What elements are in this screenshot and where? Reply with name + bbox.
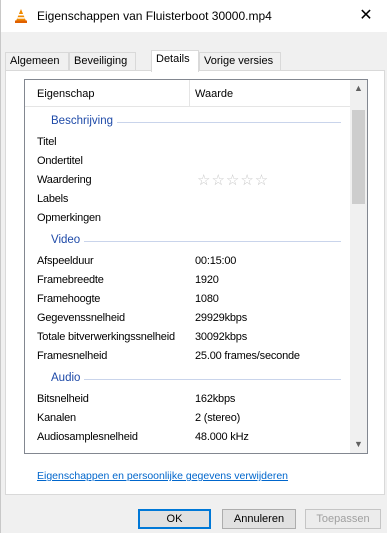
- list-item[interactable]: Waardering ☆☆☆☆☆: [25, 172, 351, 190]
- properties-dialog: Eigenschappen van Fluisterboot 30000.mp4…: [0, 0, 387, 533]
- column-divider[interactable]: [189, 80, 190, 106]
- list-item[interactable]: Framehoogte 1080: [25, 291, 351, 309]
- list-item[interactable]: Framesnelheid 25.00 frames/seconde: [25, 348, 351, 366]
- group-header-video: Video: [25, 231, 351, 251]
- tab-strip: Algemeen Beveiliging Details Vorige vers…: [5, 50, 385, 72]
- tab-vorige-versies[interactable]: Vorige versies: [199, 52, 281, 71]
- group-label: Beschrijving: [51, 115, 117, 127]
- apply-button[interactable]: Toepassen: [305, 509, 381, 529]
- vertical-scrollbar[interactable]: ▲ ▼: [350, 80, 367, 453]
- scroll-down-icon[interactable]: ▼: [350, 436, 367, 453]
- property-value: 00:15:00: [195, 255, 237, 267]
- list-item[interactable]: Afspeelduur 00:15:00: [25, 253, 351, 271]
- property-name: Gegevenssnelheid: [37, 312, 125, 324]
- vlc-cone-icon: [15, 9, 27, 23]
- remove-properties-link[interactable]: Eigenschappen en persoonlijke gegevens v…: [37, 470, 288, 482]
- cancel-button[interactable]: Annuleren: [222, 509, 296, 529]
- group-header-audio: Audio: [25, 369, 351, 389]
- property-value: 162kbps: [195, 393, 236, 405]
- property-name: Kanalen: [37, 412, 76, 424]
- rating-stars-icon[interactable]: ☆☆☆☆☆: [197, 171, 269, 189]
- property-value: 29929kbps: [195, 312, 248, 324]
- property-name: Framesnelheid: [37, 350, 108, 362]
- list-item[interactable]: Labels: [25, 191, 351, 209]
- property-name: Bitsnelheid: [37, 393, 89, 405]
- property-name: Labels: [37, 193, 69, 205]
- list-item[interactable]: Bitsnelheid 162kbps: [25, 391, 351, 409]
- list-header: Eigenschap Waarde: [25, 80, 351, 107]
- property-name: Opmerkingen: [37, 212, 101, 224]
- property-name: Titel: [37, 136, 57, 148]
- group-label: Audio: [51, 372, 85, 384]
- scrollbar-thumb[interactable]: [352, 110, 365, 204]
- list-item[interactable]: Kanalen 2 (stereo): [25, 410, 351, 428]
- list-item[interactable]: Totale bitverwerkingssnelheid 30092kbps: [25, 329, 351, 347]
- list-item[interactable]: Opmerkingen: [25, 210, 351, 228]
- property-name: Ondertitel: [37, 155, 83, 167]
- title-bar: Eigenschappen van Fluisterboot 30000.mp4…: [1, 0, 387, 32]
- list-item[interactable]: Audiosamplesnelheid 48.000 kHz: [25, 429, 351, 447]
- ok-button[interactable]: OK: [138, 509, 211, 529]
- property-value: 25.00 frames/seconde: [195, 350, 300, 362]
- close-icon[interactable]: ✕: [352, 2, 380, 30]
- group-divider: [51, 241, 341, 242]
- property-name: Framehoogte: [37, 293, 101, 305]
- property-value: 48.000 kHz: [195, 431, 249, 443]
- scroll-up-icon[interactable]: ▲: [350, 80, 367, 97]
- properties-list[interactable]: Eigenschap Waarde Beschrijving Titel Ond…: [24, 79, 368, 454]
- property-name: Afspeelduur: [37, 255, 94, 267]
- property-value: 1920: [195, 274, 219, 286]
- group-header-beschrijving: Beschrijving: [25, 112, 351, 132]
- group-label: Video: [51, 234, 85, 246]
- list-item[interactable]: Gegevenssnelheid 29929kbps: [25, 310, 351, 328]
- property-value: 30092kbps: [195, 331, 248, 343]
- column-header-eigenschap[interactable]: Eigenschap: [37, 88, 95, 100]
- property-name: Audiosamplesnelheid: [37, 431, 138, 443]
- tab-details[interactable]: Details: [151, 50, 199, 72]
- list-item[interactable]: Framebreedte 1920: [25, 272, 351, 290]
- tab-algemeen[interactable]: Algemeen: [5, 52, 69, 71]
- property-value: 2 (stereo): [195, 412, 241, 424]
- list-item[interactable]: Titel: [25, 134, 351, 152]
- group-divider: [51, 379, 341, 380]
- column-header-waarde[interactable]: Waarde: [195, 88, 233, 100]
- window-title: Eigenschappen van Fluisterboot 30000.mp4: [37, 9, 272, 23]
- property-name: Totale bitverwerkingssnelheid: [37, 331, 175, 343]
- tab-beveiliging[interactable]: Beveiliging: [69, 52, 136, 71]
- property-name: Framebreedte: [37, 274, 104, 286]
- property-value: 1080: [195, 293, 219, 305]
- list-item[interactable]: Ondertitel: [25, 153, 351, 171]
- property-name: Waardering: [37, 174, 92, 186]
